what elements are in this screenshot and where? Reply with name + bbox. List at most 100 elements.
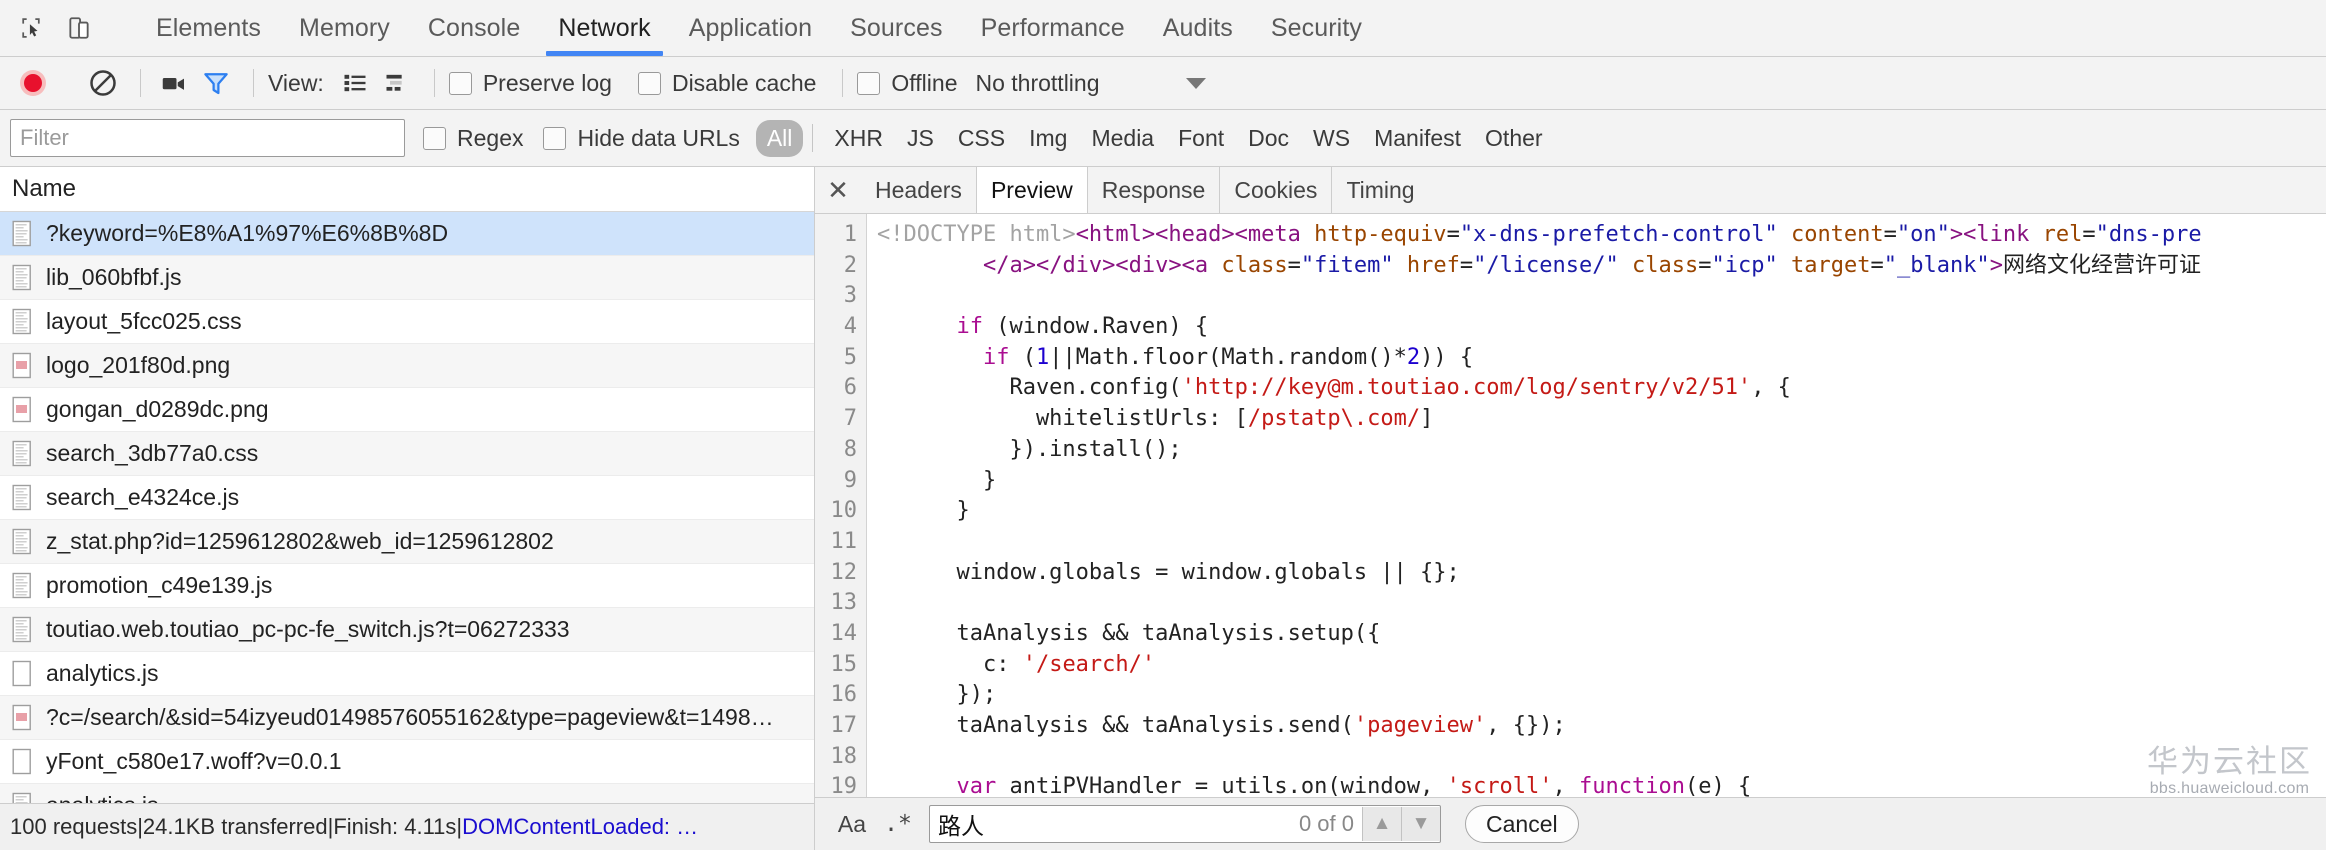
toolbar-divider-2 (253, 69, 254, 97)
code-token: = (1870, 253, 1883, 278)
match-case-icon[interactable]: Aa (829, 811, 875, 838)
request-detail-pane: ✕ Headers Preview Response Cookies Timin… (815, 167, 2326, 850)
tab-sources[interactable]: Sources (831, 0, 961, 56)
code-token: "dns-pre (2096, 222, 2202, 247)
code-token (877, 253, 983, 278)
regex-label: Regex (457, 125, 523, 152)
line-number: 3 (815, 281, 866, 312)
filter-type-label: JS (907, 125, 934, 151)
filter-type-ws[interactable]: WS (1301, 120, 1362, 157)
source-code[interactable]: <!DOCTYPE html><html><head><meta http-eq… (867, 214, 2326, 797)
filter-type-label: Font (1178, 125, 1224, 151)
request-row[interactable]: search_e4324ce.js (0, 476, 814, 520)
request-row[interactable]: gongan_d0289dc.png (0, 388, 814, 432)
code-token: (e) { (1685, 774, 1751, 797)
cancel-button[interactable]: Cancel (1465, 805, 1579, 843)
detail-tab-cookies[interactable]: Cookies (1219, 167, 1331, 213)
blank-file-icon (12, 748, 35, 776)
tab-bar-tools (0, 0, 137, 56)
tab-label: Security (1271, 14, 1362, 43)
filter-type-doc[interactable]: Doc (1236, 120, 1301, 157)
close-icon[interactable]: ✕ (815, 167, 861, 213)
filter-type-other[interactable]: Other (1473, 120, 1555, 157)
list-view-icon[interactable] (336, 64, 374, 102)
offline-checkbox[interactable]: Offline (857, 70, 957, 97)
regex-icon[interactable]: .* (875, 811, 921, 837)
request-row[interactable]: layout_5fcc025.css (0, 300, 814, 344)
request-row[interactable]: search_3db77a0.css (0, 432, 814, 476)
image-file-icon (12, 352, 35, 380)
filter-type-media[interactable]: Media (1079, 120, 1166, 157)
tab-audits[interactable]: Audits (1144, 0, 1252, 56)
request-row[interactable]: ?keyword=%E8%A1%97%E6%8B%8D (0, 212, 814, 256)
clear-icon[interactable] (84, 64, 122, 102)
detail-tab-label: Preview (991, 177, 1073, 204)
request-row[interactable]: analytics.js (0, 652, 814, 696)
column-header-name[interactable]: Name (0, 167, 814, 212)
tab-security[interactable]: Security (1252, 0, 1381, 56)
device-toolbar-icon[interactable] (62, 11, 96, 45)
tab-label: Performance (981, 14, 1125, 43)
waterfall-view-icon[interactable] (378, 64, 416, 102)
code-token: ] (1420, 406, 1433, 431)
offline-label: Offline (891, 70, 957, 97)
filter-type-label: CSS (958, 125, 1005, 151)
tab-application[interactable]: Application (670, 0, 831, 56)
inspect-cursor-icon[interactable] (14, 11, 48, 45)
filter-funnel-icon[interactable] (197, 64, 235, 102)
filter-type-img[interactable]: Img (1017, 120, 1079, 157)
filter-type-js[interactable]: JS (895, 120, 946, 157)
filter-type-font[interactable]: Font (1166, 120, 1236, 157)
hide-data-urls-checkbox[interactable]: Hide data URLs (543, 125, 739, 152)
search-field[interactable]: 0 of 0 ▲ ▼ (929, 805, 1441, 843)
checkbox-box (857, 72, 880, 95)
request-row[interactable]: z_stat.php?id=1259612802&web_id=12596128… (0, 520, 814, 564)
detail-tab-headers[interactable]: Headers (861, 167, 976, 213)
tab-network[interactable]: Network (539, 0, 669, 56)
tab-console[interactable]: Console (409, 0, 539, 56)
chevron-up-icon[interactable]: ▲ (1362, 807, 1401, 841)
request-row[interactable]: yFont_c580e17.woff?v=0.0.1 (0, 740, 814, 784)
request-name: ?c=/search/&sid=54izyeud01498576055162&t… (46, 704, 774, 731)
preview-source-viewer[interactable]: 123456789101112131415161718192021 <!DOCT… (815, 214, 2326, 797)
chevron-down-icon[interactable] (1186, 78, 1206, 89)
detail-tab-response[interactable]: Response (1087, 167, 1220, 213)
filter-type-manifest[interactable]: Manifest (1362, 120, 1473, 157)
code-line: if (window.Raven) { (877, 312, 2326, 343)
tab-performance[interactable]: Performance (962, 0, 1144, 56)
line-number: 9 (815, 466, 866, 497)
request-row[interactable]: analytics.js (0, 784, 814, 803)
request-row[interactable]: ?c=/search/&sid=54izyeud01498576055162&t… (0, 696, 814, 740)
camera-icon[interactable] (155, 64, 193, 102)
filter-type-divider (812, 124, 813, 152)
filter-type-xhr[interactable]: XHR (822, 120, 895, 157)
request-row[interactable]: toutiao.web.toutiao_pc-pc-fe_switch.js?t… (0, 608, 814, 652)
request-row[interactable]: promotion_c49e139.js (0, 564, 814, 608)
request-row[interactable]: logo_201f80d.png (0, 344, 814, 388)
request-name: lib_060bfbf.js (46, 264, 182, 291)
request-name: layout_5fcc025.css (46, 308, 242, 335)
filter-input[interactable] (10, 119, 405, 157)
chevron-down-icon[interactable]: ▼ (1401, 807, 1440, 841)
filter-type-all[interactable]: All (756, 120, 804, 157)
code-line: }); (877, 680, 2326, 711)
regex-checkbox[interactable]: Regex (423, 125, 523, 152)
tab-elements[interactable]: Elements (137, 0, 280, 56)
code-token: http-equiv (1301, 222, 1447, 247)
search-input[interactable] (930, 808, 1299, 840)
preserve-log-checkbox[interactable]: Preserve log (449, 70, 612, 97)
throttling-select[interactable]: No throttling (975, 70, 1099, 97)
detail-tab-preview[interactable]: Preview (976, 167, 1087, 213)
code-token (877, 345, 983, 370)
record-icon[interactable] (14, 64, 52, 102)
stylesheet-file-icon (12, 308, 35, 336)
tab-label: Audits (1163, 14, 1233, 43)
filter-type-css[interactable]: CSS (946, 120, 1017, 157)
request-row[interactable]: lib_060bfbf.js (0, 256, 814, 300)
status-requests: 100 requests (10, 814, 137, 840)
code-token: = (1447, 222, 1460, 247)
disable-cache-checkbox[interactable]: Disable cache (638, 70, 816, 97)
detail-tab-timing[interactable]: Timing (1331, 167, 1428, 213)
tab-memory[interactable]: Memory (280, 0, 409, 56)
detail-tab-label: Headers (875, 177, 962, 204)
